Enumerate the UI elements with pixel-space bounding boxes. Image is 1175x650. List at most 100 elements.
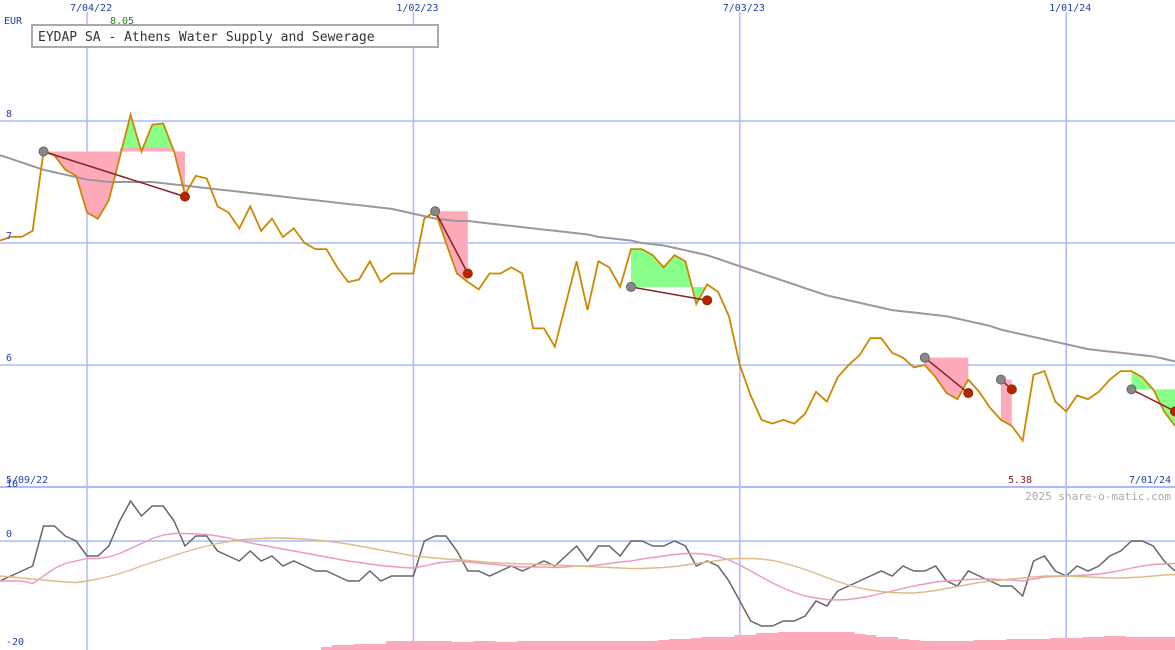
volume-bar — [1136, 637, 1149, 650]
signal-end-marker — [1006, 384, 1017, 395]
date-tick-label: 7/03/23 — [723, 3, 765, 14]
price-tick-label: 6 — [6, 353, 12, 364]
volume-bar — [821, 632, 833, 650]
price-tick-label: 8 — [6, 109, 12, 120]
volume-bar — [1093, 637, 1105, 650]
osc-tick-label: -20 — [6, 637, 24, 648]
volume-bar — [418, 641, 431, 650]
volume-bar — [951, 641, 964, 650]
volume-bar — [625, 641, 637, 650]
date-tick-label: 1/02/23 — [396, 3, 438, 14]
volume-bar — [712, 637, 724, 650]
volume-bar — [908, 640, 920, 650]
volume-bar — [984, 640, 996, 650]
volume-bar — [331, 645, 344, 650]
volume-bar — [864, 635, 877, 650]
volume-bar — [1158, 637, 1171, 650]
volume-bar — [386, 641, 398, 650]
volume-bar — [462, 642, 474, 650]
volume-bar — [875, 637, 888, 650]
chart-background — [0, 0, 1175, 650]
volume-bar — [679, 639, 692, 650]
volume-bar — [767, 633, 779, 650]
volume-bar — [897, 639, 909, 650]
volume-bar — [701, 637, 714, 650]
volume-bar — [440, 641, 453, 650]
date-tick-label: 1/01/24 — [1049, 3, 1091, 14]
volume-bar — [930, 641, 942, 650]
volume-bar — [484, 641, 496, 650]
volume-bar — [1082, 637, 1094, 650]
volume-bar — [1028, 639, 1040, 650]
signal-end-marker — [1170, 406, 1175, 417]
end-date-label: 7/01/24 — [1129, 475, 1171, 486]
volume-bar — [919, 641, 931, 650]
signal-start-marker — [626, 281, 637, 292]
volume-bar — [658, 640, 670, 650]
volume-bar — [745, 635, 757, 650]
volume-bar — [527, 641, 540, 650]
volume-bar — [843, 632, 855, 650]
signal-end-marker — [702, 295, 713, 306]
volume-bar — [1169, 637, 1175, 650]
chart-svg: 8767/04/22 1/02/23 7/03/23 1/01/24100-20 EY… — [0, 0, 1175, 650]
volume-bar — [364, 644, 376, 650]
volume-bar — [788, 632, 801, 650]
volume-bar — [1039, 639, 1051, 650]
osc-tick-label: 0 — [6, 529, 12, 540]
volume-bar — [799, 632, 812, 650]
volume-bar — [505, 642, 518, 650]
volume-bar — [962, 641, 975, 650]
chart-root: 8 7 6 7/04/22 1/02/23 7/03/23 1/01/24 10 0 -20 EY… — [0, 0, 1175, 650]
volume-bar — [407, 641, 420, 650]
volume-bar — [832, 632, 844, 650]
volume-bar — [1006, 639, 1018, 650]
volume-bar — [451, 642, 463, 650]
volume-bar — [571, 641, 583, 650]
signal-start-marker — [38, 146, 49, 157]
min-value-label: 5.38 — [1008, 475, 1032, 486]
volume-bar — [1060, 638, 1073, 650]
volume-bar — [995, 640, 1007, 650]
volume-bar — [1147, 637, 1160, 650]
volume-bar — [614, 641, 627, 650]
volume-bar — [669, 639, 681, 650]
currency-label: EUR — [4, 16, 23, 27]
volume-bar — [342, 645, 355, 650]
volume-bar — [560, 641, 572, 650]
volume-bar — [375, 644, 387, 650]
volume-bar — [603, 641, 616, 650]
signal-start-marker — [430, 206, 441, 217]
volume-bar — [516, 641, 529, 650]
volume-bar — [592, 641, 605, 650]
volume-bar — [886, 637, 899, 650]
volume-bar — [473, 641, 485, 650]
start-date-label: 5/09/22 — [6, 475, 48, 486]
volume-bar — [1104, 636, 1116, 650]
date-tick-label: 7/04/22 — [70, 3, 112, 14]
volume-bar — [756, 633, 768, 650]
watermark: 2025 share-o-matic.com — [1025, 490, 1171, 503]
max-value-label: 8.05 — [110, 16, 134, 27]
signal-start-marker — [919, 352, 930, 363]
volume-bar — [1017, 639, 1029, 650]
volume-bar — [854, 634, 866, 650]
signal-end-marker — [179, 191, 190, 202]
volume-bar — [495, 642, 507, 650]
chart-title: EYDAP SA - Athens Water Supply and Sewer… — [38, 30, 375, 45]
volume-bar — [1115, 636, 1127, 650]
volume-bar — [1126, 637, 1138, 650]
volume-bar — [429, 641, 442, 650]
volume-bar — [647, 641, 659, 650]
signal-end-marker — [462, 268, 473, 279]
signal-end-marker — [963, 388, 974, 399]
volume-bar — [777, 632, 790, 650]
volume-bar — [549, 641, 561, 650]
volume-bar — [397, 641, 409, 650]
volume-bar — [690, 638, 703, 650]
volume-bar — [723, 637, 735, 650]
volume-bar — [1071, 638, 1084, 650]
volume-bar — [1049, 638, 1062, 650]
volume-bar — [734, 635, 746, 650]
signal-start-marker — [995, 374, 1006, 385]
